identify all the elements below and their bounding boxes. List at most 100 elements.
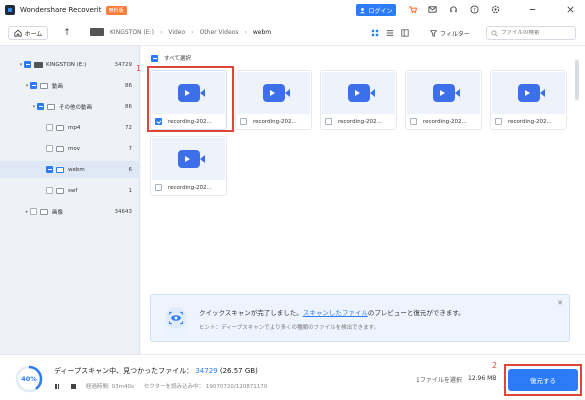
tree-checkbox[interactable]: [46, 187, 53, 194]
file-checkbox[interactable]: [410, 118, 417, 125]
progress-percent: 40%: [21, 375, 37, 383]
toast-message-text: のプレビューと復元ができます。: [367, 309, 465, 317]
settings-icon[interactable]: [490, 4, 501, 15]
cart-icon[interactable]: [407, 4, 418, 15]
stop-icon[interactable]: [70, 383, 76, 389]
file-thumbnail[interactable]: [152, 138, 225, 180]
headset-icon[interactable]: [448, 4, 459, 15]
breadcrumb-item[interactable]: KINGSTON (E:): [110, 29, 154, 36]
tree-item-swf[interactable]: swf 1: [0, 182, 140, 199]
search-icon: [491, 29, 498, 37]
toast-message: クイックスキャンが完了しました。スキャンしたファイルのプレビューと復元ができます…: [199, 307, 465, 317]
filter-icon: [430, 29, 437, 37]
file-checkbox[interactable]: [325, 118, 332, 125]
help-icon[interactable]: ?: [469, 4, 480, 15]
tree-item-count: 34643: [114, 208, 133, 215]
file-name: recording-202...: [338, 118, 382, 125]
file-card[interactable]: recording-202...: [490, 70, 567, 130]
tree-item-count: 7: [128, 145, 133, 152]
file-thumbnail[interactable]: [322, 72, 395, 114]
home-icon: [13, 29, 22, 37]
selected-count: 1ファイルを選択: [416, 377, 462, 384]
video-icon: [262, 84, 290, 102]
tree-checkbox[interactable]: [46, 166, 53, 173]
file-card[interactable]: recording-202...: [150, 136, 227, 196]
breadcrumb-item[interactable]: Video: [168, 29, 185, 36]
mail-icon[interactable]: [427, 4, 438, 15]
up-arrow-icon[interactable]: ↑: [60, 26, 74, 40]
select-all[interactable]: すべて選択: [151, 54, 191, 62]
close-icon[interactable]: ✕: [557, 299, 563, 307]
tree-item-mov[interactable]: mov 7: [0, 140, 140, 157]
filter-button[interactable]: フィルター: [430, 26, 478, 40]
home-button[interactable]: ホーム: [8, 26, 48, 40]
grid-view-icon[interactable]: [370, 28, 379, 37]
nav-bar: ホーム ↑ KINGSTON (E:) › Video › Other Vide…: [0, 20, 585, 46]
pause-icon[interactable]: [54, 383, 60, 389]
file-card[interactable]: recording-202...: [235, 70, 312, 130]
video-icon: [517, 84, 545, 102]
drive-icon: [34, 61, 43, 68]
tree-checkbox[interactable]: [46, 124, 53, 131]
file-thumbnail[interactable]: [492, 72, 565, 114]
sector-progress: セクターを読み込み中： 19070720/120871170: [143, 384, 268, 390]
status-bar: 40% ディープスキャン中、見つかったファイル： 34729 (26.57 GB…: [0, 354, 585, 400]
tree-checkbox[interactable]: [30, 208, 37, 215]
tree-checkbox[interactable]: [24, 61, 31, 68]
view-toggle: [370, 28, 409, 37]
drive-icon: [90, 28, 104, 36]
file-checkbox[interactable]: [495, 118, 502, 125]
tree-item-mp4[interactable]: mp4 72: [0, 119, 140, 136]
toast-hint: ヒント：ディープスキャンでより多くの種類のファイルを検出できます。: [199, 325, 380, 331]
tree-item-webm[interactable]: webm 6: [0, 161, 140, 178]
list-view-icon[interactable]: [385, 28, 394, 37]
file-checkbox[interactable]: [155, 184, 162, 191]
breadcrumb-item[interactable]: Other Videos: [200, 29, 239, 36]
file-thumbnail[interactable]: [407, 72, 480, 114]
breadcrumb: KINGSTON (E:) › Video › Other Videos › w…: [90, 28, 271, 36]
file-thumbnail[interactable]: [237, 72, 310, 114]
elapsed-time: 経過時間: 03m40s: [86, 384, 134, 390]
file-name: recording-202...: [508, 118, 552, 125]
file-name: recording-202...: [253, 118, 297, 125]
tree-checkbox[interactable]: [30, 82, 37, 89]
file-card[interactable]: recording-202...: [405, 70, 482, 130]
found-count: 34729: [195, 367, 218, 375]
tree-item-images[interactable]: ▸ 画像 34643: [0, 203, 140, 220]
search-box[interactable]: [486, 26, 576, 40]
scan-eye-icon: [165, 307, 187, 329]
search-input[interactable]: [501, 30, 571, 36]
select-all-checkbox[interactable]: [151, 54, 158, 62]
video-icon: [347, 84, 375, 102]
folder-icon: [40, 208, 48, 215]
tree-item-video[interactable]: ▾ 動画 86: [0, 77, 140, 94]
minimize-icon[interactable]: [527, 4, 538, 15]
close-icon[interactable]: [565, 4, 576, 15]
folder-tree: ▾ KINGSTON (E:) 34729 ▾ 動画 86 ▾ その他の動画 8…: [0, 46, 140, 354]
tree-checkbox[interactable]: [46, 145, 53, 152]
tree-item-other-videos[interactable]: ▾ その他の動画 86: [0, 98, 140, 115]
app-logo: [5, 5, 15, 15]
login-label: ログイン: [368, 7, 393, 15]
tree-item-count: 86: [125, 103, 132, 110]
filter-label: フィルター: [440, 30, 470, 38]
scan-status: ディープスキャン中、見つかったファイル： 34729 (26.57 GB): [54, 366, 258, 376]
scan-controls: 経過時間: 03m40s セクターを読み込み中： 19070720/120871…: [54, 382, 267, 390]
home-label: ホーム: [24, 30, 43, 38]
tree-item-drive[interactable]: ▾ KINGSTON (E:) 34729: [0, 56, 140, 73]
folder-icon: [56, 145, 64, 152]
login-button[interactable]: ログイン: [356, 4, 396, 16]
scrollbar[interactable]: [575, 60, 579, 100]
file-card[interactable]: recording-202...: [320, 70, 397, 130]
chevron-right-icon: ›: [159, 28, 163, 36]
detail-view-icon[interactable]: [400, 28, 409, 37]
scanned-files-link[interactable]: スキャンしたファイル: [303, 309, 368, 317]
edition-badge: 無料版: [105, 5, 127, 15]
app-name: Wondershare Recoverit: [20, 6, 102, 14]
tree-item-count: 72: [125, 124, 132, 131]
file-checkbox[interactable]: [240, 118, 247, 125]
tree-item-count: 34729: [114, 61, 133, 68]
tree-checkbox[interactable]: [37, 103, 44, 110]
selected-size: 12.96 MB: [468, 375, 497, 382]
tree-item-count: 1: [128, 187, 133, 194]
